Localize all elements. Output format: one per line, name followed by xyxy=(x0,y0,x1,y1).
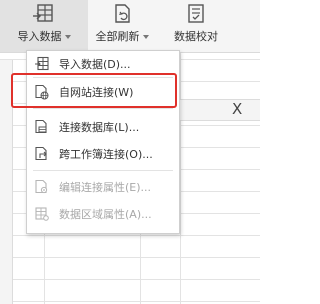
menu-item-label: 自网站连接(W) xyxy=(59,86,134,99)
column-header[interactable] xyxy=(180,99,260,121)
menu-item-label: 数据区域属性(A)... xyxy=(59,208,152,221)
import-data-dropdown-menu: 导入数据(D)... 自网站连接(W) 连接数据库(L)... 跨工作簿连接(O… xyxy=(26,50,180,234)
menu-separator xyxy=(33,108,173,109)
menu-item-import-data[interactable]: 导入数据(D)... xyxy=(27,52,179,76)
column-divider xyxy=(180,53,181,304)
chevron-down-icon xyxy=(142,35,149,39)
menu-item-label: 导入数据(D)... xyxy=(59,58,131,71)
row-header-strip xyxy=(0,60,13,304)
menu-separator xyxy=(33,77,173,78)
range-properties-icon xyxy=(35,207,49,221)
menu-item-range-properties: 数据区域属性(A)... xyxy=(27,202,179,226)
workbook-connection-icon xyxy=(35,146,47,161)
menu-separator xyxy=(33,170,173,171)
import-data-icon xyxy=(33,4,53,22)
edit-connection-icon xyxy=(35,179,48,194)
menu-item-edit-connection-properties: 编辑连接属性(E)... xyxy=(27,175,179,199)
import-data-button[interactable]: 导入数据 xyxy=(0,0,88,52)
menu-item-database-connection[interactable]: 连接数据库(L)... xyxy=(27,115,179,139)
menu-item-label: 跨工作簿连接(O)... xyxy=(59,148,153,161)
refresh-all-label: 全部刷新 xyxy=(95,30,140,43)
menu-item-workbook-connection[interactable]: 跨工作簿连接(O)... xyxy=(27,142,179,166)
data-verify-label: 数据校对 xyxy=(174,30,218,43)
data-verify-button[interactable]: 数据校对 xyxy=(160,0,232,52)
web-connection-icon xyxy=(35,84,49,100)
refresh-all-icon xyxy=(115,4,130,23)
column-header-label: X xyxy=(232,100,243,118)
ribbon-toolbar: 导入数据 全部刷新 数据校对 xyxy=(0,0,260,53)
database-connection-icon xyxy=(35,119,47,134)
import-data-icon xyxy=(35,56,49,71)
chevron-down-icon xyxy=(64,35,71,39)
refresh-all-button[interactable]: 全部刷新 xyxy=(88,0,156,52)
data-verify-icon xyxy=(188,4,204,23)
import-data-label: 导入数据 xyxy=(17,30,62,43)
menu-item-label: 编辑连接属性(E)... xyxy=(59,181,152,194)
menu-item-web-connection[interactable]: 自网站连接(W) xyxy=(27,80,179,104)
menu-item-label: 连接数据库(L)... xyxy=(59,121,140,134)
